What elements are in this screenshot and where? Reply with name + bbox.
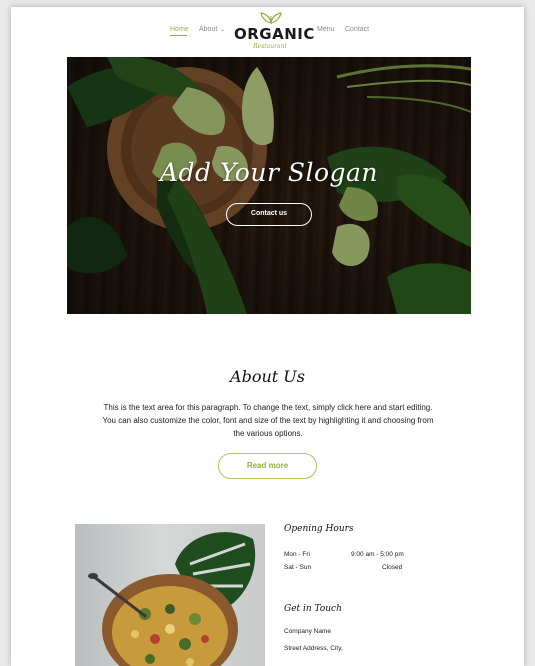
read-more-button[interactable]: Read more	[218, 453, 317, 479]
chevron-down-icon[interactable]: ⌄	[220, 26, 225, 33]
about-line-1: This is the text area for this paragraph…	[103, 403, 433, 412]
hours-day-1: Mon - Fri	[284, 551, 310, 558]
nav-active-underline	[170, 35, 187, 36]
street-address: Street Address, City,	[284, 645, 343, 652]
about-line-3: the various options.	[233, 429, 303, 438]
logo-wordmark: ORGANIC	[234, 25, 315, 43]
get-in-touch-title: Get in Touch	[284, 604, 342, 614]
hours-time-2: Closed	[382, 564, 403, 571]
nav-contact[interactable]: Contact	[345, 26, 369, 33]
leaf-icon	[260, 12, 282, 24]
nav-menu[interactable]: Menu	[317, 26, 335, 33]
top-navigation: Home About ⌄ ORGANIC Restaurant Menu Con…	[11, 7, 524, 55]
hero-banner: Add Your Slogan Contact us	[67, 57, 471, 314]
contact-us-button[interactable]: Contact us	[226, 203, 312, 226]
nav-home[interactable]: Home	[170, 26, 189, 33]
page: Home About ⌄ ORGANIC Restaurant Menu Con…	[11, 7, 524, 666]
hours-time-1: 9:00 am - 5:00 pm	[351, 551, 404, 558]
about-line-2: You can also customize the color, font a…	[102, 416, 434, 425]
opening-hours-title: Opening Hours	[284, 524, 354, 534]
food-image	[75, 524, 265, 666]
logo[interactable]: ORGANIC Restaurant	[234, 11, 315, 53]
about-paragraph: This is the text area for this paragraph…	[97, 401, 439, 440]
logo-subtitle: Restaurant	[253, 43, 287, 50]
hero-slogan: Add Your Slogan	[159, 158, 379, 187]
nav-about[interactable]: About	[199, 26, 217, 33]
company-name: Company Name	[284, 628, 331, 635]
hours-day-2: Sat - Sun	[284, 564, 312, 571]
about-title: About Us	[230, 367, 305, 386]
salad-bowl-image	[88, 532, 256, 666]
